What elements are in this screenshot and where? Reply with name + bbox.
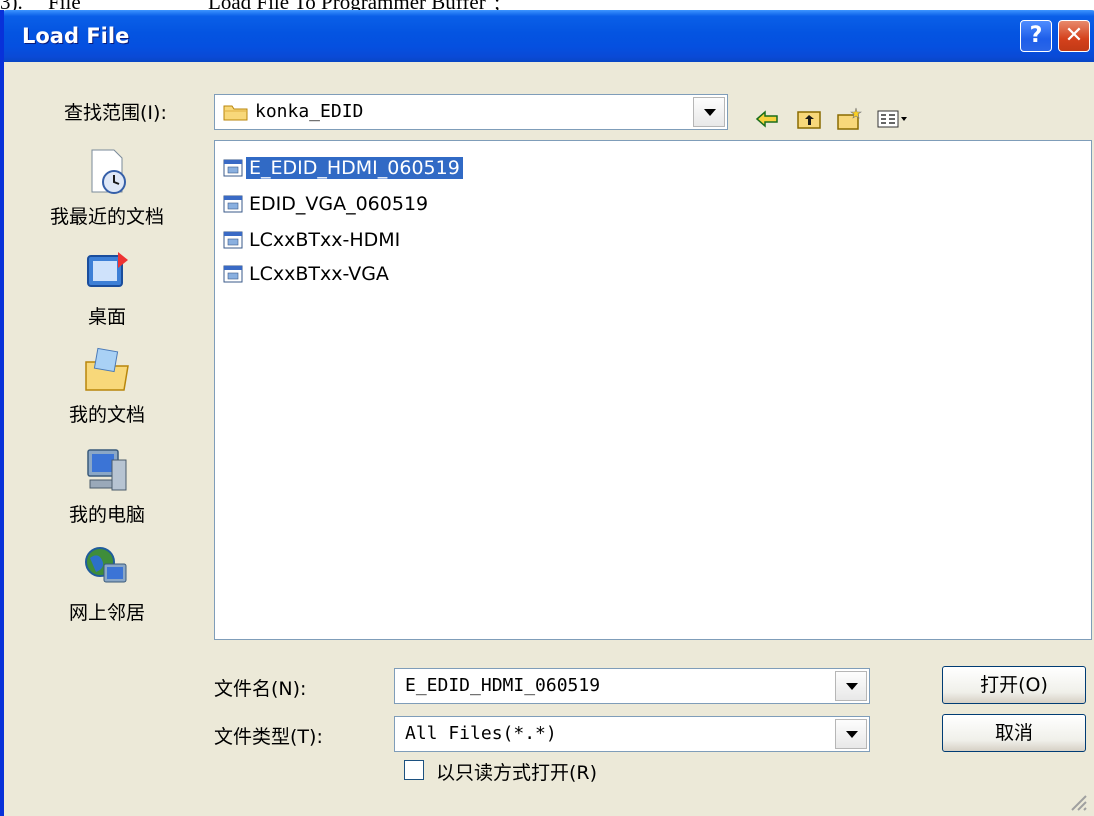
filename-value: E_EDID_HDMI_060519 — [405, 675, 601, 696]
document-text-fragment: 3). File Load File To Programmer Buffer"… — [0, 0, 1094, 10]
filetype-label: 文件类型(T): — [214, 726, 323, 748]
resize-grip-icon[interactable] — [1068, 792, 1088, 812]
my-computer-icon — [87, 449, 127, 491]
lookin-combobox[interactable]: konka_EDID — [214, 94, 728, 130]
file-list[interactable]: E_EDID_HDMI_060519 EDID_VGA_060519 LCxxB… — [214, 140, 1092, 640]
places-bar: 我最近的文档 桌面 我的文档 我的电脑 网上邻居 — [18, 148, 196, 648]
up-folder-icon[interactable] — [796, 106, 822, 132]
filename-combobox[interactable]: E_EDID_HDMI_060519 — [394, 668, 870, 704]
file-icon — [223, 265, 243, 283]
file-item[interactable]: E_EDID_HDMI_060519 — [223, 153, 464, 183]
file-item[interactable]: EDID_VGA_060519 — [223, 189, 431, 219]
file-icon — [223, 195, 243, 213]
lookin-value: konka_EDID — [255, 101, 364, 122]
doc-menu: File — [48, 0, 81, 10]
doc-prefix: 3). — [0, 0, 23, 10]
readonly-checkbox[interactable] — [404, 760, 424, 780]
title-bar[interactable]: Load File ? ✕ — [4, 10, 1094, 62]
lookin-dropdown-arrow[interactable] — [693, 97, 725, 127]
filename-label: 文件名(N): — [214, 678, 307, 700]
place-my-documents[interactable]: 我的文档 — [18, 346, 196, 427]
filetype-combobox[interactable]: All Files(*.*) — [394, 716, 870, 752]
filename-dropdown-arrow[interactable] — [835, 671, 867, 701]
cancel-button[interactable]: 取消 — [942, 714, 1086, 752]
readonly-label[interactable]: 以只读方式打开(R) — [436, 758, 597, 785]
my-documents-icon — [85, 347, 129, 391]
filetype-value: All Files(*.*) — [405, 723, 557, 744]
window-title: Load File — [22, 24, 130, 48]
doc-item: Load File To Programmer Buffer"; — [208, 0, 500, 10]
back-arrow-icon[interactable] — [754, 106, 780, 132]
file-item[interactable]: LCxxBTxx-HDMI — [223, 225, 403, 255]
place-network[interactable]: 网上邻居 — [18, 544, 196, 625]
place-recent-documents[interactable]: 我最近的文档 — [18, 148, 196, 229]
file-icon — [223, 159, 243, 177]
help-button[interactable]: ? — [1020, 20, 1052, 52]
place-desktop[interactable]: 桌面 — [18, 248, 196, 329]
place-my-computer[interactable]: 我的电脑 — [18, 446, 196, 527]
network-places-icon — [85, 547, 127, 583]
open-button[interactable]: 打开(O) — [942, 666, 1086, 704]
view-menu-icon[interactable] — [876, 106, 912, 132]
desktop-icon — [87, 252, 128, 287]
load-file-dialog: Load File ? ✕ 查找范围(I): konka_EDID 我最近的文档… — [0, 10, 1094, 816]
file-icon — [223, 231, 243, 249]
new-folder-icon[interactable] — [836, 106, 862, 132]
close-button[interactable]: ✕ — [1058, 20, 1090, 52]
filetype-dropdown-arrow[interactable] — [835, 719, 867, 749]
file-item[interactable]: LCxxBTxx-VGA — [223, 259, 392, 289]
folder-icon — [223, 105, 248, 121]
lookin-label: 查找范围(I): — [64, 102, 167, 124]
recent-documents-icon — [91, 149, 126, 194]
